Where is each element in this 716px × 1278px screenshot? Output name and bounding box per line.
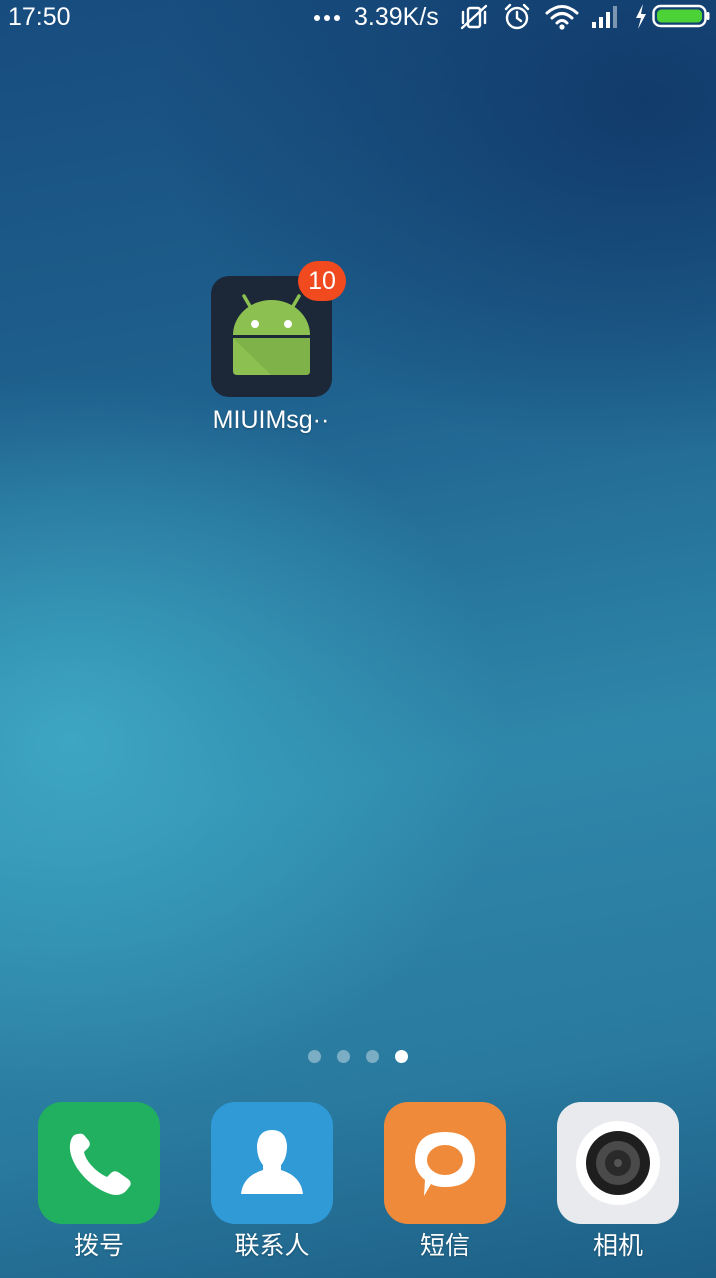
network-speed: 3.39K/s	[354, 3, 439, 31]
dock-label-contacts: 联系人	[234, 1231, 310, 1260]
camera-icon	[576, 1121, 660, 1205]
page-dot[interactable]	[308, 1050, 321, 1063]
messages-app-icon[interactable]	[384, 1102, 506, 1224]
page-dot[interactable]	[337, 1050, 350, 1063]
dock-label-phone: 拨号	[73, 1231, 124, 1260]
wifi-icon	[544, 2, 580, 32]
cellular-signal-icon	[590, 2, 622, 32]
contacts-app-icon[interactable]	[211, 1102, 333, 1224]
contacts-icon	[241, 1130, 303, 1194]
status-time: 17:50	[8, 3, 71, 31]
alarm-icon	[502, 2, 532, 32]
app-label-miuimsg[interactable]: MIUIMsg··	[196, 402, 346, 438]
page-dot-active[interactable]	[395, 1050, 408, 1063]
dock-label-messages: 短信	[419, 1231, 470, 1260]
page-dot[interactable]	[366, 1050, 379, 1063]
notification-badge: 10	[298, 261, 346, 301]
message-icon	[415, 1132, 475, 1196]
phone-icon	[69, 1133, 131, 1195]
dock-label-camera: 相机	[592, 1231, 643, 1260]
camera-app-icon[interactable]	[557, 1102, 679, 1224]
charging-icon	[633, 2, 649, 32]
battery-icon	[652, 4, 710, 28]
page-indicator	[306, 1050, 410, 1064]
status-bar: 17:50 3.39K/s	[0, 0, 716, 34]
more-dots-icon	[314, 15, 340, 21]
vibrate-off-icon	[458, 2, 490, 32]
phone-app-icon[interactable]	[38, 1102, 160, 1224]
